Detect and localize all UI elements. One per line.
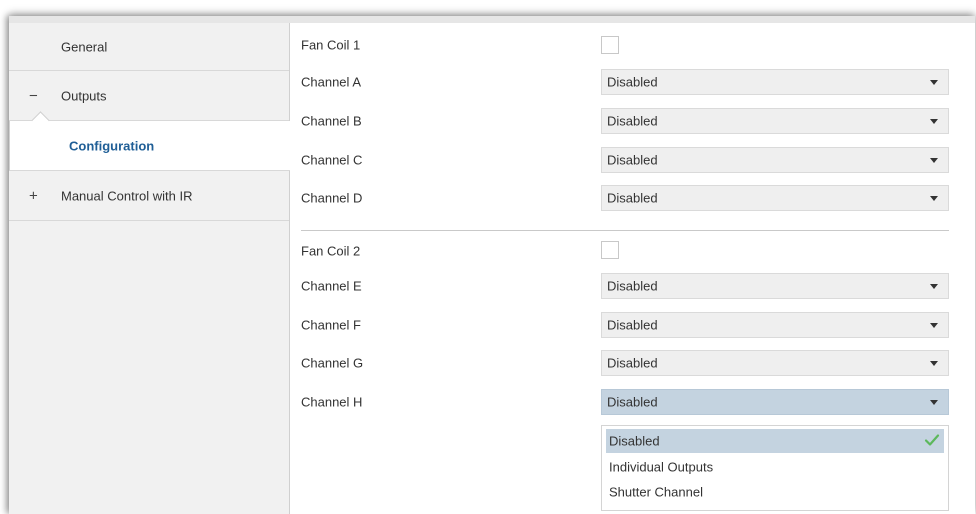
expand-icon[interactable]: +	[29, 187, 38, 204]
dropdown-option-individual-outputs[interactable]: Individual Outputs	[606, 455, 944, 479]
sidebar: General − Outputs Configuration + Manual…	[9, 23, 290, 514]
option-label: Shutter Channel	[609, 484, 703, 500]
channel-e-label: Channel E	[301, 278, 362, 294]
option-label: Disabled	[609, 433, 660, 449]
channel-c-label: Channel C	[301, 152, 363, 168]
chevron-down-icon	[930, 158, 938, 163]
channel-g-label: Channel G	[301, 355, 364, 371]
channel-d-select[interactable]: Disabled	[601, 185, 949, 211]
channel-a-select[interactable]: Disabled	[601, 69, 949, 95]
chevron-down-icon	[930, 80, 938, 85]
select-value: Disabled	[607, 190, 658, 206]
channel-f-select[interactable]: Disabled	[601, 312, 949, 338]
sidebar-item-manual-control-ir[interactable]: + Manual Control with IR	[9, 171, 289, 221]
sidebar-item-label: Manual Control with IR	[61, 188, 193, 203]
chevron-down-icon	[930, 361, 938, 366]
chevron-down-icon	[930, 323, 938, 328]
channel-b-select[interactable]: Disabled	[601, 108, 949, 134]
fan-coil-2-checkbox[interactable]	[601, 241, 619, 259]
select-value: Disabled	[607, 317, 658, 333]
fan-coil-2-label: Fan Coil 2	[301, 243, 361, 259]
dropdown-option-shutter-channel[interactable]: Shutter Channel	[606, 480, 944, 504]
chevron-down-icon	[930, 119, 938, 124]
select-value: Disabled	[607, 278, 658, 294]
fan-coil-1-checkbox[interactable]	[601, 36, 619, 54]
sidebar-item-label: General	[61, 39, 108, 54]
fan-coil-1-label: Fan Coil 1	[301, 37, 361, 53]
window-top-bar	[9, 16, 975, 23]
select-value: Disabled	[607, 113, 658, 129]
checkmark-icon	[924, 434, 940, 446]
sidebar-item-label: Outputs	[61, 88, 107, 103]
sidebar-item-outputs[interactable]: − Outputs	[9, 71, 289, 121]
channel-e-select[interactable]: Disabled	[601, 273, 949, 299]
collapse-icon[interactable]: −	[29, 87, 38, 104]
channel-f-label: Channel F	[301, 317, 361, 333]
app-window: General − Outputs Configuration + Manual…	[9, 16, 975, 514]
sidebar-item-configuration[interactable]: Configuration	[9, 111, 290, 171]
channel-c-select[interactable]: Disabled	[601, 147, 949, 173]
channel-a-label: Channel A	[301, 74, 361, 90]
channel-h-select[interactable]: Disabled	[601, 389, 949, 415]
section-divider	[301, 230, 949, 231]
sidebar-item-label: Configuration	[69, 138, 155, 153]
channel-g-select[interactable]: Disabled	[601, 350, 949, 376]
configuration-panel: Fan Coil 1 Channel A Disabled Channel B …	[290, 23, 975, 514]
select-value: Disabled	[607, 355, 658, 371]
channel-d-label: Channel D	[301, 190, 363, 206]
channel-h-dropdown-list: Disabled Individual Outputs Shutter Chan…	[601, 425, 949, 511]
sidebar-item-general[interactable]: General	[9, 23, 289, 71]
select-value: Disabled	[607, 74, 658, 90]
dropdown-option-disabled[interactable]: Disabled	[606, 429, 944, 453]
channel-h-label: Channel H	[301, 394, 363, 410]
chevron-down-icon	[930, 284, 938, 289]
chevron-down-icon	[930, 400, 938, 405]
channel-b-label: Channel B	[301, 113, 362, 129]
select-value: Disabled	[607, 394, 658, 410]
option-label: Individual Outputs	[609, 459, 714, 475]
chevron-down-icon	[930, 196, 938, 201]
select-value: Disabled	[607, 152, 658, 168]
